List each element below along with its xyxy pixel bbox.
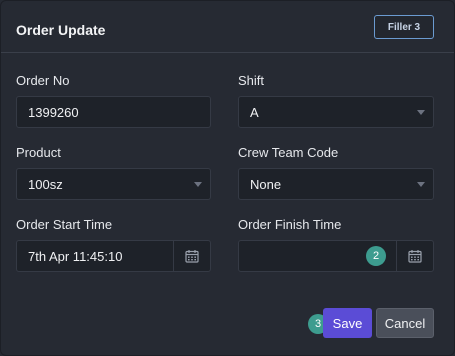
product-label: Product	[16, 145, 61, 160]
crew-team-code-select[interactable]: None	[238, 168, 434, 200]
calendar-icon	[185, 250, 199, 263]
order-finish-calendar-button[interactable]	[396, 240, 434, 272]
filler-badge[interactable]: Filler 3	[374, 15, 434, 39]
product-value: 100sz	[28, 176, 63, 192]
crew-team-code-label: Crew Team Code	[238, 145, 339, 160]
chevron-down-icon	[417, 110, 425, 115]
order-no-input[interactable]: 1399260	[16, 96, 211, 128]
shift-value: A	[250, 104, 259, 120]
order-no-label: Order No	[16, 73, 70, 88]
dialog-header: Order Update Filler 3	[1, 1, 454, 53]
order-start-time-label: Order Start Time	[16, 217, 113, 232]
dialog-title: Order Update	[16, 22, 106, 38]
save-button[interactable]: Save	[323, 308, 372, 338]
product-select[interactable]: 100sz	[16, 168, 211, 200]
order-start-time-value: 7th Apr 11:45:10	[28, 248, 123, 264]
order-finish-time-label: Order Finish Time	[238, 217, 342, 232]
shift-select[interactable]: A	[238, 96, 434, 128]
step-badge-2: 2	[366, 246, 386, 266]
order-no-value: 1399260	[28, 104, 79, 120]
calendar-icon	[408, 250, 422, 263]
shift-label: Shift	[238, 73, 265, 88]
order-start-calendar-button[interactable]	[173, 240, 211, 272]
chevron-down-icon	[417, 182, 425, 187]
order-update-dialog: Order Update Filler 3 Order No 1399260 S…	[0, 0, 455, 356]
crew-team-code-value: None	[250, 176, 282, 192]
cancel-button[interactable]: Cancel	[376, 308, 434, 338]
chevron-down-icon	[194, 182, 202, 187]
order-start-time-input[interactable]: 7th Apr 11:45:10	[16, 240, 174, 272]
